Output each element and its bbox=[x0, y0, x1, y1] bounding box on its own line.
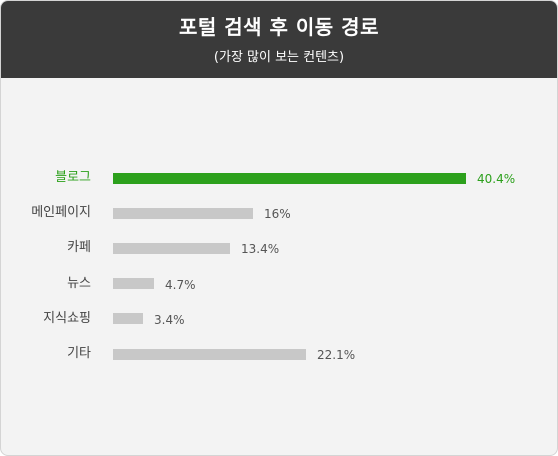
category-label: 메인페이지 bbox=[31, 205, 91, 221]
value-label: 22.1% bbox=[317, 348, 356, 362]
value-label: 40.4% bbox=[477, 172, 516, 186]
bar bbox=[113, 278, 154, 290]
bar bbox=[113, 348, 306, 360]
value-label: 13.4% bbox=[241, 242, 280, 257]
bar bbox=[113, 207, 253, 219]
bar bbox=[113, 172, 466, 184]
category-label: 카페 bbox=[67, 240, 91, 256]
chart-card: 포털 검색 후 이동 경로 (가장 많이 보는 컨텐츠) 블로그 40.4% 메인페… bbox=[0, 0, 558, 456]
value-label: 16% bbox=[264, 207, 291, 222]
value-label: 4.7% bbox=[165, 277, 196, 292]
category-label: 뉴스 bbox=[67, 275, 91, 291]
value-label: 3.4% bbox=[154, 312, 185, 327]
category-label: 지식쇼핑 bbox=[43, 310, 91, 326]
bar bbox=[113, 313, 143, 325]
category-label: 기타 bbox=[67, 346, 91, 361]
bar bbox=[113, 242, 230, 254]
category-label: 블로그 bbox=[55, 170, 91, 185]
bar-chart: 블로그 40.4% 메인페이지 16% 카페 13.4% 뉴스 4.7% 지식쇼핑 3.4% 기타 2… bbox=[1, 1, 557, 455]
